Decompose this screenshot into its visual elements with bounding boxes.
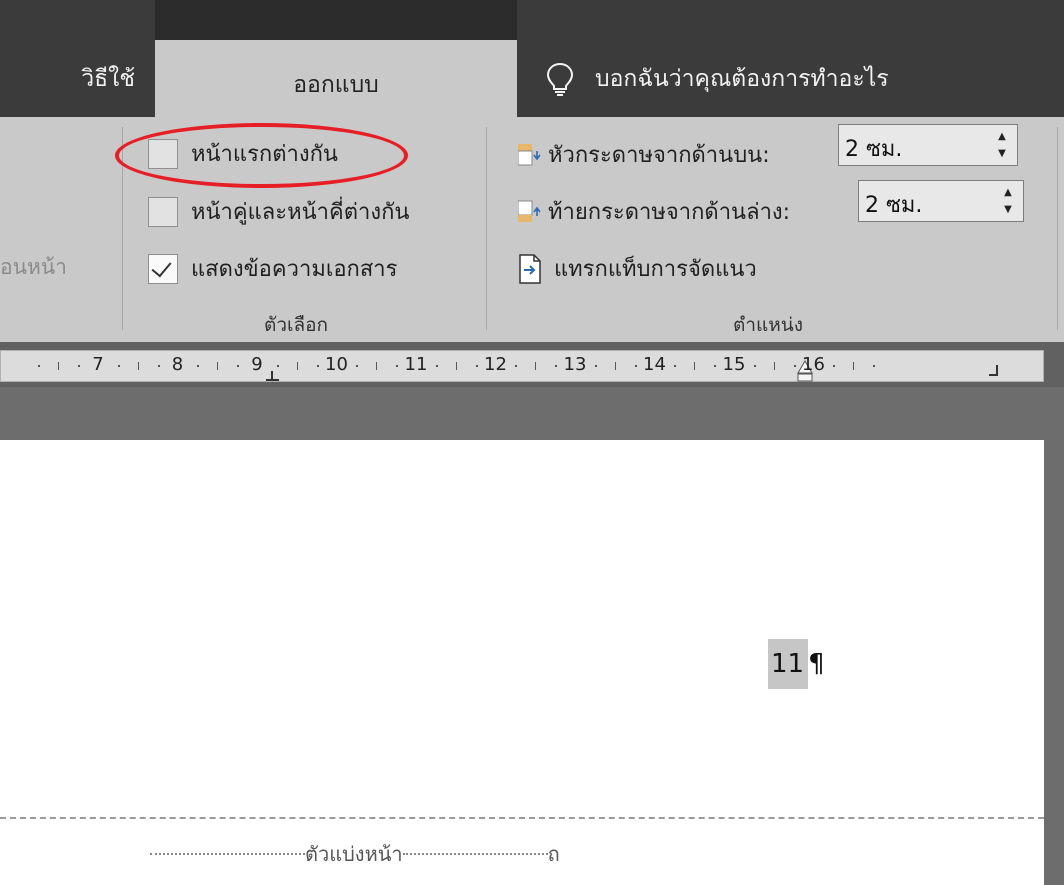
- right-margin-marker[interactable]: [989, 365, 1003, 379]
- footer-from-bottom-spinner[interactable]: 2 ซม. ▲ ▼: [858, 180, 1024, 222]
- ruler-tick: [376, 362, 378, 370]
- horizontal-ruler[interactable]: 7 8 9 10 11 12 13 14 15 16: [0, 350, 1044, 382]
- different-odd-even-checkbox[interactable]: [148, 196, 178, 227]
- page-break-marker: ตัวแบ่งหน้า ถ: [150, 838, 560, 870]
- highlight-oval: [115, 123, 408, 188]
- spin-down-icon[interactable]: ▼: [998, 148, 1006, 159]
- footer-from-bottom-label: ท้ายกระดาษจากด้านล่าง:: [548, 200, 791, 225]
- spin-up-icon[interactable]: ▲: [998, 131, 1006, 142]
- ruler-number: 14: [643, 354, 666, 375]
- ruler-dot: [475, 365, 478, 367]
- ruler-dot: [316, 365, 319, 367]
- ruler-dot: [356, 365, 359, 367]
- ruler-dot: [197, 365, 200, 367]
- ruler-tick: [535, 362, 537, 370]
- ruler-number: 7: [92, 354, 104, 375]
- show-document-text-option[interactable]: แสดงข้อความเอกสาร: [148, 251, 397, 286]
- different-odd-even-option[interactable]: หน้าคู่และหน้าคี่ต่างกัน: [148, 194, 409, 229]
- tell-me-search[interactable]: บอกฉันว่าคุณต้องการทำอะไร: [545, 40, 889, 117]
- page-break-label: ตัวแบ่งหน้า: [305, 842, 403, 866]
- spin-down-icon[interactable]: ▼: [1004, 204, 1012, 215]
- page-break-dotted-line: [402, 853, 548, 855]
- ruler-dot: [833, 365, 836, 367]
- footer-from-bottom-icon: [518, 200, 541, 222]
- ruler-tick: [694, 362, 696, 370]
- ruler-dot: [157, 365, 160, 367]
- spinner-arrows[interactable]: ▲ ▼: [987, 125, 1017, 165]
- ruler-dot: [674, 365, 677, 367]
- header-from-top-icon: [518, 143, 541, 165]
- ruler-dot: [396, 365, 399, 367]
- header-from-top-spinner[interactable]: 2 ซม. ▲ ▼: [838, 124, 1018, 166]
- different-odd-even-label: หน้าคู่และหน้าคี่ต่างกัน: [191, 200, 410, 225]
- group-separator: [486, 127, 487, 330]
- ruler-dot: [435, 365, 438, 367]
- ruler-tick: [773, 362, 775, 370]
- ruler-number: 13: [563, 354, 587, 375]
- tab-stop-marker[interactable]: [266, 371, 280, 383]
- insert-alignment-tab-label: แทรกแท็บการจัดแนว: [554, 257, 757, 282]
- ruler-dot: [634, 365, 637, 367]
- alignment-tab-icon: [519, 253, 541, 284]
- footer-boundary: [0, 817, 1044, 819]
- page-number-field[interactable]: 11 ¶: [768, 635, 825, 693]
- spin-up-icon[interactable]: ▲: [1004, 187, 1012, 198]
- ruler-number: 8: [171, 354, 184, 375]
- ruler-number: 16: [802, 354, 825, 375]
- ruler-dot: [753, 365, 756, 367]
- paragraph-mark: ¶: [808, 649, 825, 679]
- title-tab-bar: วิธีใช้ ออกแบบ บอกฉันว่าคุณต้องการทำอะไร: [0, 0, 1064, 117]
- ruler-dot: [38, 365, 41, 367]
- group-separator: [1057, 127, 1058, 330]
- checkmark-icon: [151, 256, 172, 277]
- ruler-dot: [117, 365, 120, 367]
- header-from-top-label: หัวกระดาษจากด้านบน:: [548, 143, 770, 168]
- ruler-number: 11: [404, 354, 428, 375]
- header-from-top-value[interactable]: 2 ซม.: [839, 125, 987, 165]
- ruler-number: 12: [484, 354, 507, 375]
- page-number[interactable]: 11: [768, 639, 809, 689]
- spinner-arrows[interactable]: ▲ ▼: [993, 181, 1023, 221]
- tell-me-text: บอกฉันว่าคุณต้องการทำอะไร: [595, 65, 889, 92]
- insert-alignment-tab-button[interactable]: แทรกแท็บการจัดแนว: [518, 251, 757, 286]
- ruler-dot: [594, 365, 597, 367]
- position-group-label: ตำแหน่ง: [733, 314, 804, 336]
- ruler-number: 9: [251, 354, 263, 375]
- lightbulb-icon: [546, 62, 574, 96]
- footer-from-bottom-row: ท้ายกระดาษจากด้านล่าง:: [518, 194, 790, 229]
- ruler-tick: [614, 362, 616, 370]
- ruler-dot: [237, 365, 240, 367]
- ruler-container: 7 8 9 10 11 12 13 14 15 16: [0, 342, 1064, 387]
- options-group-label: ตัวเลือก: [264, 314, 329, 336]
- partial-group-label: อนหน้า: [0, 255, 67, 279]
- ruler-dot: [515, 365, 518, 367]
- footer-from-bottom-value[interactable]: 2 ซม.: [859, 181, 993, 221]
- header-from-top-row: หัวกระดาษจากด้านบน:: [518, 137, 770, 172]
- ruler-tick: [137, 362, 139, 370]
- show-document-text-label: แสดงข้อความเอกสาร: [191, 257, 398, 282]
- ruler-tick: [296, 362, 298, 370]
- ruler-number: 10: [325, 354, 348, 375]
- ruler-number: 15: [722, 354, 746, 375]
- ruler-dot: [793, 365, 796, 367]
- tab-help[interactable]: วิธีใช้: [0, 40, 155, 117]
- ruler-tick: [217, 362, 219, 370]
- ruler-dot: [78, 365, 81, 367]
- page-break-end-mark: ถ: [547, 842, 560, 866]
- ruler-dot: [714, 365, 717, 367]
- ruler-dot: [276, 365, 279, 367]
- ruler-dot: [555, 365, 558, 367]
- ruler-tick: [455, 362, 457, 370]
- page-break-dotted-line: [150, 853, 305, 855]
- title-bar-strip: [155, 0, 517, 40]
- ruler-tick: [58, 362, 60, 370]
- ruler-tick: [853, 362, 855, 370]
- tab-design[interactable]: ออกแบบ: [155, 40, 517, 117]
- ruler-dot: [873, 365, 876, 367]
- show-document-text-checkbox[interactable]: [148, 253, 178, 284]
